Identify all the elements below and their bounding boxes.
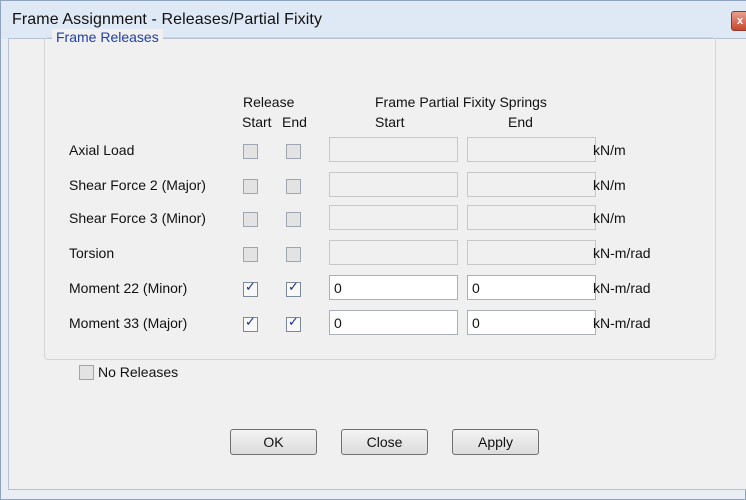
release-end-checkbox-axial-load[interactable] — [286, 144, 301, 159]
unit-label-torsion: kN-m/rad — [593, 245, 651, 261]
spring-end-input-torsion[interactable] — [467, 240, 596, 265]
release-end-checkbox-torsion[interactable] — [286, 247, 301, 262]
spring-end-input-moment-33-major[interactable]: 0 — [467, 310, 596, 335]
close-window-icon[interactable]: x — [731, 11, 746, 31]
unit-label-shear-force-2-major: kN/m — [593, 177, 626, 193]
spring-start-input-shear-force-3-minor[interactable] — [329, 205, 458, 230]
release-end-header: End — [282, 114, 307, 130]
unit-label-moment-33-major: kN-m/rad — [593, 315, 651, 331]
spring-start-input-moment-33-major[interactable]: 0 — [329, 310, 458, 335]
release-end-checkbox-shear-force-3-minor[interactable] — [286, 212, 301, 227]
release-header: Release — [243, 94, 295, 110]
window-title: Frame Assignment - Releases/Partial Fixi… — [12, 11, 323, 28]
spring-end-input-moment-22-minor[interactable]: 0 — [467, 275, 596, 300]
row-label-shear-force-3-minor: Shear Force 3 (Minor) — [69, 210, 206, 226]
release-start-checkbox-shear-force-3-minor[interactable] — [243, 212, 258, 227]
row-label-shear-force-2-major: Shear Force 2 (Major) — [69, 177, 206, 193]
release-start-header: Start — [242, 114, 272, 130]
release-start-checkbox-torsion[interactable] — [243, 247, 258, 262]
release-end-checkbox-shear-force-2-major[interactable] — [286, 179, 301, 194]
row-label-axial-load: Axial Load — [69, 142, 135, 158]
unit-label-axial-load: kN/m — [593, 142, 626, 158]
no-releases-label: No Releases — [98, 364, 179, 380]
spring-start-input-moment-22-minor[interactable]: 0 — [329, 275, 458, 300]
row-label-torsion: Torsion — [69, 245, 115, 261]
row-label-moment-22-minor: Moment 22 (Minor) — [69, 280, 188, 296]
release-start-checkbox-shear-force-2-major[interactable] — [243, 179, 258, 194]
release-start-checkbox-moment-33-major[interactable] — [243, 315, 258, 332]
springs-header: Frame Partial Fixity Springs — [375, 94, 547, 110]
unit-label-moment-22-minor: kN-m/rad — [593, 280, 651, 296]
no-releases-checkbox[interactable] — [79, 365, 94, 380]
apply-button[interactable]: Apply — [452, 429, 539, 455]
springs-end-header: End — [508, 114, 533, 130]
release-end-checkbox-moment-33-major[interactable] — [286, 315, 301, 332]
spring-end-input-shear-force-3-minor[interactable] — [467, 205, 596, 230]
spring-start-input-axial-load[interactable] — [329, 137, 458, 162]
spring-start-input-shear-force-2-major[interactable] — [329, 172, 458, 197]
frame-releases-group-title: Frame Releases — [52, 29, 163, 45]
row-label-moment-33-major: Moment 33 (Major) — [69, 315, 188, 331]
release-end-checkbox-moment-22-minor[interactable] — [286, 280, 301, 297]
spring-start-input-torsion[interactable] — [329, 240, 458, 265]
spring-end-input-shear-force-2-major[interactable] — [467, 172, 596, 197]
ok-button[interactable]: OK — [230, 429, 317, 455]
release-start-checkbox-moment-22-minor[interactable] — [243, 280, 258, 297]
spring-end-input-axial-load[interactable] — [467, 137, 596, 162]
springs-start-header: Start — [375, 114, 405, 130]
close-button[interactable]: Close — [341, 429, 428, 455]
release-start-checkbox-axial-load[interactable] — [243, 144, 258, 159]
unit-label-shear-force-3-minor: kN/m — [593, 210, 626, 226]
